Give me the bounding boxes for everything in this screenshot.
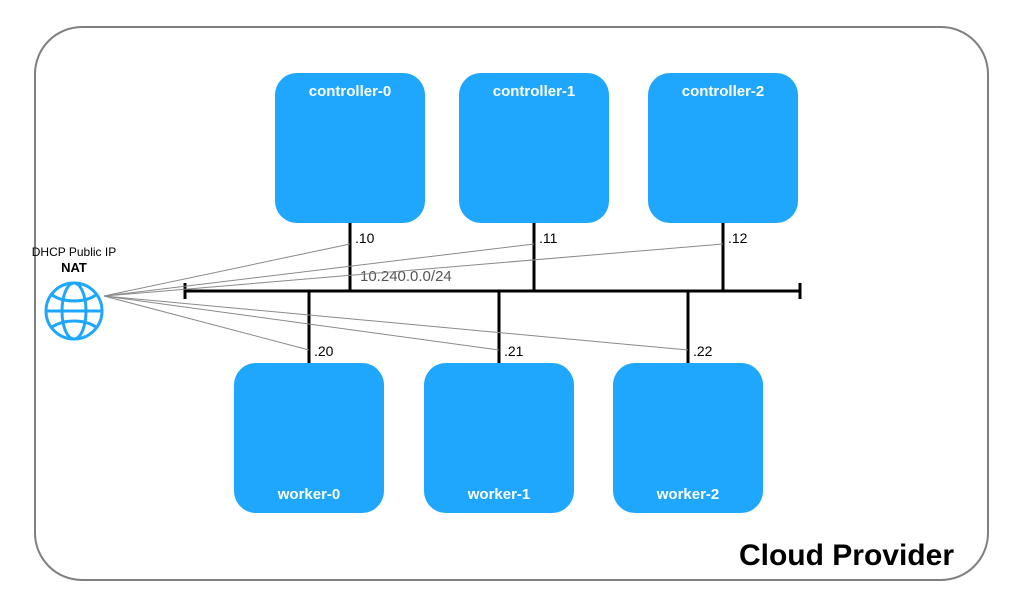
ip-worker-2: .22 (693, 343, 712, 359)
ip-worker-1: .21 (504, 343, 523, 359)
node-controller-0: controller-0 (275, 73, 425, 223)
dhcp-label: DHCP Public IP (14, 245, 134, 259)
node-worker-0: worker-0 (234, 363, 384, 513)
node-label: worker-0 (234, 486, 384, 503)
internet-block: DHCP Public IP NAT (14, 245, 134, 348)
subnet-label: 10.240.0.0/24 (360, 268, 452, 285)
node-label: worker-2 (613, 486, 763, 503)
globe-icon (42, 279, 106, 343)
ip-controller-1: .11 (539, 230, 557, 246)
nat-label: NAT (14, 260, 134, 275)
diagram-stage: Cloud Provider DHCP Public IP NAT contro… (0, 0, 1024, 603)
node-label: worker-1 (424, 486, 574, 503)
ip-controller-2: .12 (728, 230, 747, 246)
node-label: controller-1 (459, 83, 609, 100)
node-controller-1: controller-1 (459, 73, 609, 223)
node-label: controller-2 (648, 83, 798, 100)
node-worker-2: worker-2 (613, 363, 763, 513)
ip-controller-0: .10 (355, 230, 374, 246)
node-controller-2: controller-2 (648, 73, 798, 223)
node-label: controller-0 (275, 83, 425, 100)
container-title: Cloud Provider (739, 539, 954, 573)
ip-worker-0: .20 (314, 343, 333, 359)
node-worker-1: worker-1 (424, 363, 574, 513)
